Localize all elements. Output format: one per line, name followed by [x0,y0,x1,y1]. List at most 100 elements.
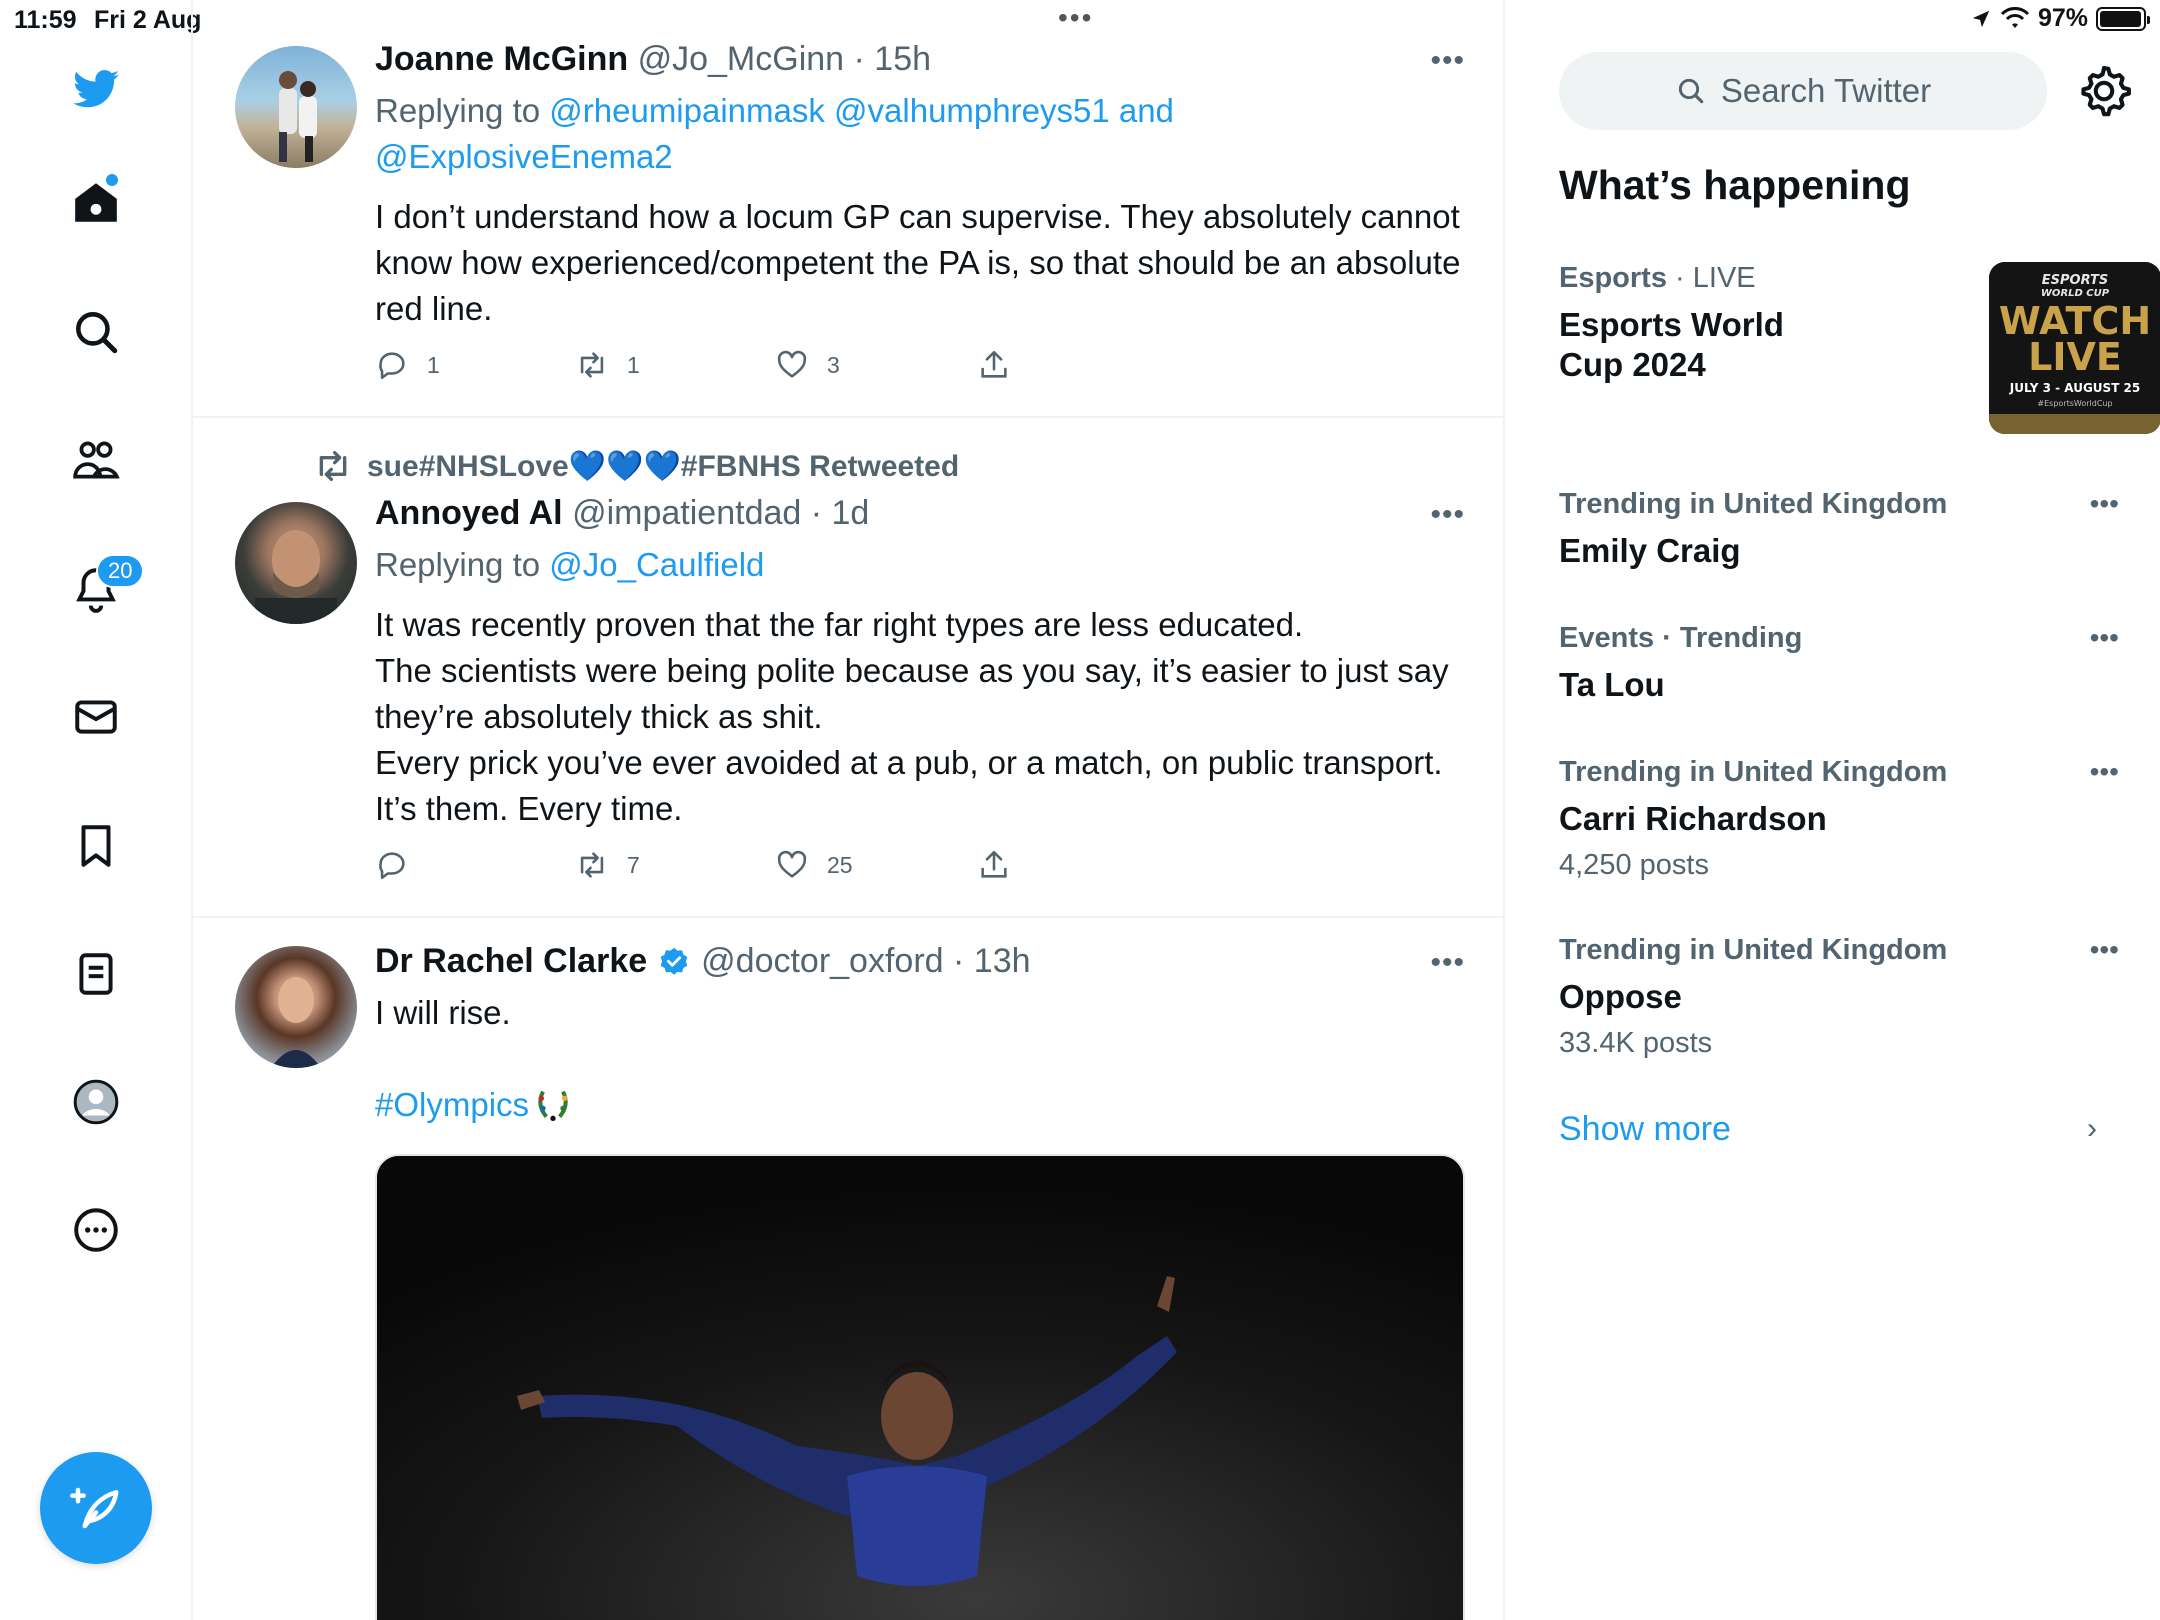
retweet-button[interactable]: 1 [575,348,640,382]
trend-item[interactable]: Trending in United Kingdom Emily Craig •… [1559,488,2119,571]
like-count: 3 [827,351,840,378]
trend-name: Ta Lou [1559,666,1665,703]
author-handle[interactable]: @impatientdad [572,494,801,532]
timeline: Joanne McGinn @Jo_McGinn · 15h ••• Reply… [193,0,1505,1620]
right-column: Search Twitter What’s happening Esports … [1507,0,2160,1620]
retweeted-by-label[interactable]: sue#NHSLove💙💙💙#FBNHS Retweeted [367,449,959,484]
tweet-text: I don’t understand how a locum GP can su… [375,198,1470,327]
tweet-time[interactable]: 15h [874,40,931,78]
trend-more-icon[interactable]: ••• [2090,488,2119,520]
trend-post-count: 33.4K posts [1559,1027,1713,1059]
notifications-badge: 20 [96,554,145,588]
trend-item[interactable]: Trending in United Kingdom Carri Richard… [1559,756,2119,882]
like-count: 25 [827,851,853,878]
lists-icon[interactable] [66,944,126,1004]
twitter-logo-icon[interactable] [66,60,126,120]
trend-name: Oppose [1559,978,1682,1015]
trend-category: Trending in United Kingdom [1559,756,1948,788]
messages-envelope-icon[interactable] [66,687,126,747]
show-more-link[interactable]: Show more [1559,1110,1731,1149]
whats-happening-title: What’s happening [1559,162,1911,208]
reply-icon [379,852,405,880]
like-button[interactable]: 25 [775,848,853,882]
trend-more-icon[interactable]: ••• [2090,934,2119,966]
trend-category: Trending in United Kingdom [1559,488,1948,520]
hashtag-link[interactable]: #Olympics [375,1082,529,1128]
share-icon [981,850,1007,878]
share-button[interactable] [977,348,1011,382]
compose-tweet-button[interactable] [40,1452,152,1564]
tweet-hashtag-line: #Olympics [375,1082,1465,1128]
heart-icon [777,850,807,878]
tweet-time[interactable]: 13h [974,942,1031,980]
chevron-right-icon[interactable]: › [2087,1112,2097,1146]
tweet-text: It was recently proven that the far righ… [375,606,1449,827]
tweet-more-icon[interactable]: ••• [1430,498,1465,532]
author-name[interactable]: Annoyed Al [375,494,563,532]
search-input[interactable]: Search Twitter [1559,52,2047,130]
retweet-icon [580,852,604,878]
communities-icon[interactable] [66,430,126,490]
retweeted-by: sue#NHSLove💙💙💙#FBNHS Retweeted [313,446,959,486]
avatar[interactable] [235,502,357,624]
home-new-dot [106,174,118,186]
trend-post-count: 4,250 posts [1559,849,1709,881]
tweet-more-icon[interactable]: ••• [1430,44,1465,78]
thumb-line2: WORLD CUP [2041,288,2110,299]
trend-more-icon[interactable]: ••• [2090,622,2119,654]
esports-thumbnail[interactable]: ESPORTS WORLD CUP WATCH LIVE JULY 3 - AU… [1989,262,2160,434]
tweet[interactable]: Dr Rachel Clarke @doctor_oxford · 13h ••… [193,918,1503,1620]
reply-button[interactable]: 1 [375,348,440,382]
retweet-icon [580,352,604,378]
replying-to-label: Replying to [375,92,550,129]
tweet[interactable]: Joanne McGinn @Jo_McGinn · 15h ••• Reply… [193,0,1503,418]
trend-category: Events · Trending [1559,622,1803,654]
olympic-laurel-icon [538,1090,568,1121]
trend-name: Emily Craig [1559,532,1741,569]
retweet-count: 7 [627,851,640,878]
profile-avatar-icon[interactable] [66,1072,126,1132]
replying-to-label: Replying to [375,546,550,583]
tweet-more-icon[interactable]: ••• [1430,946,1465,980]
tweet-text: I will rise. [375,994,511,1031]
thumb-line1: ESPORTS [2042,273,2108,288]
avatar[interactable] [235,46,357,168]
thumb-line5: JULY 3 - AUGUST 25 [2009,381,2141,395]
tweet[interactable]: sue#NHSLove💙💙💙#FBNHS Retweeted Annoyed A… [193,418,1503,918]
trend-more-icon[interactable]: ••• [2090,756,2119,788]
retweet-count: 1 [627,351,640,378]
like-button[interactable]: 3 [775,348,840,382]
search-icon[interactable] [66,302,126,362]
retweet-button[interactable]: 7 [575,848,640,882]
reply-count: 1 [427,351,440,378]
compose-feather-icon [70,1487,119,1529]
tweet-header: Dr Rachel Clarke @doctor_oxford · 13h [375,942,1031,981]
thumb-line6: #EsportsWorldCup [2037,399,2112,408]
more-options-icon[interactable] [66,1200,126,1260]
tweet-media-image[interactable] [375,1154,1465,1620]
reply-icon [379,352,405,380]
bookmarks-icon[interactable] [66,816,126,876]
author-handle[interactable]: @Jo_McGinn [638,40,844,78]
replying-to: Replying to @Jo_Caulfield [375,542,1455,588]
tweet-time[interactable]: 1d [832,494,870,532]
replying-to: Replying to @rheumipainmask @valhumphrey… [375,88,1455,180]
trend-item[interactable]: Trending in United Kingdom Oppose 33.4K … [1559,934,2119,1060]
avatar[interactable] [235,946,357,1068]
replying-to-handles[interactable]: @Jo_Caulfield [549,546,764,583]
share-button[interactable] [977,848,1011,882]
trend-name: Esports World Cup 2024 [1559,306,1784,383]
author-handle[interactable]: @doctor_oxford [701,942,943,980]
tweet-actions: 7 25 [375,848,1275,888]
reply-button[interactable] [375,848,427,882]
tweet-header: Annoyed Al @impatientdad · 1d [375,494,870,532]
trend-item[interactable]: Esports · LIVE Esports World Cup 2024 ES… [1559,262,2160,442]
trend-category: Trending in United Kingdom [1559,934,1948,966]
author-name[interactable]: Dr Rachel Clarke [375,942,647,981]
heart-icon [777,350,807,378]
settings-gear-icon[interactable] [2075,62,2133,120]
author-name[interactable]: Joanne McGinn [375,40,628,78]
trend-item[interactable]: Events · Trending Ta Lou ••• [1559,622,2119,705]
retweet-icon [319,451,347,481]
tweet-header: Joanne McGinn @Jo_McGinn · 15h [375,40,932,78]
